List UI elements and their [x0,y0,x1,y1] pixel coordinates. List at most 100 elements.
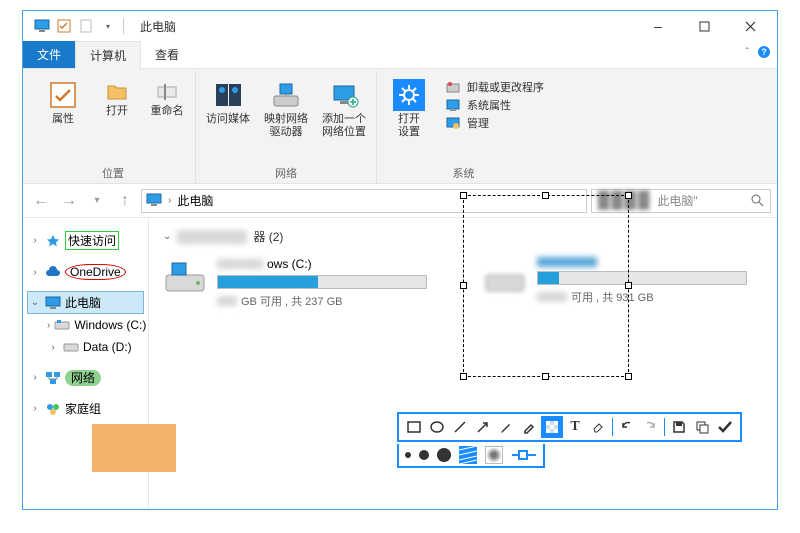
search-box[interactable]: ████ 此电脑" [591,189,771,213]
navigation-bar: ← → ▾ ↑ › 此电脑 ████ 此电脑" [23,184,777,218]
nav-forward-button[interactable]: → [57,189,81,213]
text-tool-button[interactable]: T [564,416,586,438]
blurred-text [177,230,247,244]
search-blur: ████ [598,192,651,210]
media-server-icon [212,79,244,111]
chevron-right-icon: › [29,235,41,246]
redo-button[interactable] [639,416,661,438]
eraser-tool-button[interactable] [587,416,609,438]
marker-tool-button[interactable] [518,416,540,438]
maximize-button[interactable] [681,11,727,41]
star-icon [45,233,61,249]
drive-item-c[interactable]: ows (C:) GB 可用 , 共 237 GB [163,257,443,309]
size-medium-button[interactable] [419,450,429,460]
group-label-network: 网络 [275,163,297,183]
tree-network[interactable]: › 网络 [27,366,144,389]
doc-qat-icon[interactable] [77,17,95,35]
snipping-sub-toolbar [397,444,545,468]
rename-icon [155,79,179,103]
drive-icon [63,339,79,355]
slider-icon[interactable] [511,448,537,462]
pen-tool-button[interactable] [495,416,517,438]
tree-drive-c[interactable]: › Windows (C:) [45,314,144,336]
tree-this-pc[interactable]: ⌄ 此电脑 [27,291,144,314]
onedrive-label: OneDrive [65,264,126,280]
network-label: 网络 [65,369,101,386]
tab-file[interactable]: 文件 [23,41,75,68]
save-button[interactable] [668,416,690,438]
drive-d-label: Data (D:) [83,340,132,354]
properties-qat-icon[interactable] [55,17,73,35]
snipping-toolbar: T [397,412,742,442]
properties-button[interactable]: 属性 [37,75,89,163]
chevron-right-icon: › [29,267,41,278]
line-tool-button[interactable] [449,416,471,438]
tree-quick-access[interactable]: › 快速访问 [27,228,144,253]
window-controls: – [635,11,773,41]
drives-group-header[interactable]: ⌄ 器 (2) [163,228,763,245]
ribbon-collapse-icon[interactable]: ˆ [746,47,749,58]
drive-item-d[interactable]: 可用 , 共 931 GB [483,257,763,309]
homegroup-icon [45,401,61,417]
tab-computer[interactable]: 计算机 [75,41,141,69]
minimize-button[interactable]: – [635,11,681,41]
tab-view[interactable]: 查看 [141,41,193,68]
size-small-button[interactable] [405,452,411,458]
uninstall-icon [445,79,461,95]
tree-homegroup[interactable]: › 家庭组 [27,397,144,420]
map-drive-icon [270,79,302,111]
quick-access-toolbar: ▾ [27,17,117,35]
copy-button[interactable] [691,416,713,438]
drive-d-name [537,257,763,267]
rect-tool-button[interactable] [403,416,425,438]
open-settings-button[interactable]: 打开 设置 [383,75,435,163]
open-icon [105,79,129,103]
uninstall-programs-button[interactable]: 卸载或更改程序 [445,79,544,95]
nav-up-button[interactable]: ↑ [113,189,137,213]
drive-d-stat: 可用 , 共 931 GB [537,289,763,305]
system-properties-button[interactable]: 系统属性 [445,97,544,113]
arrow-tool-button[interactable] [472,416,494,438]
ellipse-tool-button[interactable] [426,416,448,438]
quick-access-label: 快速访问 [65,231,119,250]
tree-onedrive[interactable]: › OneDrive [27,261,144,283]
this-pc-label: 此电脑 [65,294,101,311]
nav-recent-dropdown[interactable]: ▾ [85,189,109,213]
homegroup-label: 家庭组 [65,400,101,417]
pc-icon [45,295,61,311]
drive-icon [483,257,527,297]
cloud-icon [45,264,61,280]
chevron-right-icon: › [47,342,59,353]
close-button[interactable] [727,11,773,41]
address-bar[interactable]: › 此电脑 [141,189,587,213]
map-drive-button[interactable]: 映射网络 驱动器 [260,75,312,163]
sysprops-icon [445,97,461,113]
drive-icon [163,257,207,297]
ribbon-group-network: 访问媒体 映射网络 驱动器 添加一个 网络位置 网络 [196,71,377,183]
nav-back-button[interactable]: ← [29,189,53,213]
tab-help-area: ˆ ? [746,45,771,59]
mosaic-pattern-button[interactable] [459,446,477,464]
ribbon-tabs: 文件 计算机 查看 ˆ ? [23,41,777,69]
annotation-rectangle [92,424,176,472]
add-network-button[interactable]: 添加一个 网络位置 [318,75,370,163]
blur-pattern-button[interactable] [485,446,503,464]
add-network-icon [328,79,360,111]
ribbon-group-location: 属性 打开 重命名 位置 [31,71,196,183]
access-media-button[interactable]: 访问媒体 [202,75,254,163]
help-icon[interactable]: ? [757,45,771,59]
chevron-down-icon: ⌄ [163,231,171,242]
manage-button[interactable]: 管理 [445,115,544,131]
search-placeholder-text: 此电脑" [657,192,697,209]
title-separator [123,18,124,34]
qat-dropdown-icon[interactable]: ▾ [99,17,117,35]
open-button[interactable]: 打开 [95,75,139,163]
chevron-right-icon: › [29,372,41,383]
pc-icon [146,193,162,209]
rename-button[interactable]: 重命名 [145,75,189,163]
undo-button[interactable] [616,416,638,438]
tree-drive-d[interactable]: › Data (D:) [45,336,144,358]
size-large-button[interactable] [437,448,451,462]
mosaic-tool-button[interactable] [541,416,563,438]
confirm-button[interactable] [714,416,736,438]
